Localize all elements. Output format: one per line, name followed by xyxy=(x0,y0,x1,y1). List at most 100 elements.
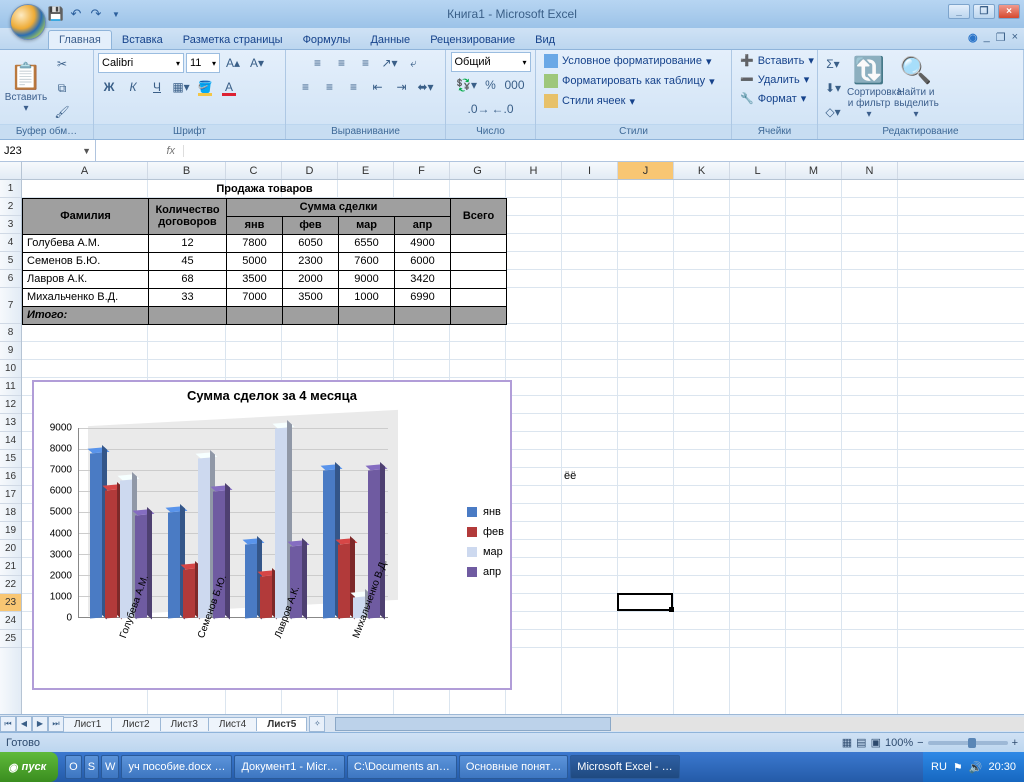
row-header[interactable]: 2 xyxy=(0,198,21,216)
row-header[interactable]: 23 xyxy=(0,594,21,612)
tab-home[interactable]: Главная xyxy=(48,30,112,49)
cell-styles-button[interactable]: Стили ячеек ▾ xyxy=(540,92,639,110)
row-header[interactable]: 11 xyxy=(0,378,21,396)
currency-icon[interactable]: 💱▾ xyxy=(456,74,478,96)
taskbar-app-button[interactable]: Основные понят… xyxy=(459,755,568,779)
view-pagebreak-icon[interactable]: ▣ xyxy=(871,736,881,749)
grow-font-icon[interactable]: A▴ xyxy=(222,52,244,74)
paste-button[interactable]: 📋Вставить ▾ xyxy=(4,62,48,115)
row-header[interactable]: 3 xyxy=(0,216,21,234)
row-header[interactable]: 16 xyxy=(0,468,21,486)
align-right-icon[interactable]: ≡ xyxy=(343,76,365,98)
mdi-minimize-icon[interactable]: _ xyxy=(984,31,990,44)
row-header[interactable]: 20 xyxy=(0,540,21,558)
column-header[interactable]: F xyxy=(394,162,450,179)
row-header[interactable]: 13 xyxy=(0,414,21,432)
column-header[interactable]: J xyxy=(618,162,674,179)
tab-pagelayout[interactable]: Разметка страницы xyxy=(173,31,293,49)
row-header[interactable]: 25 xyxy=(0,630,21,648)
column-header[interactable]: E xyxy=(338,162,394,179)
column-header[interactable]: I xyxy=(562,162,618,179)
row-header[interactable]: 17 xyxy=(0,486,21,504)
sheet-tab[interactable]: Лист2 xyxy=(111,717,160,731)
select-all-corner[interactable] xyxy=(0,162,22,179)
column-header[interactable]: K xyxy=(674,162,730,179)
bold-icon[interactable]: Ж xyxy=(98,76,120,98)
taskbar-app-button[interactable]: Документ1 - Micr… xyxy=(234,755,344,779)
tray-icon[interactable]: 🔊 xyxy=(969,761,983,774)
align-middle-icon[interactable]: ≡ xyxy=(331,52,353,74)
align-top-icon[interactable]: ≡ xyxy=(307,52,329,74)
fx-icon[interactable]: fx xyxy=(166,145,175,157)
row-header[interactable]: 4 xyxy=(0,234,21,252)
quick-launch-opera-icon[interactable]: O xyxy=(65,755,82,779)
horizontal-scrollbar[interactable] xyxy=(335,717,1024,731)
percent-icon[interactable]: % xyxy=(480,74,502,96)
row-header[interactable]: 1 xyxy=(0,180,21,198)
restore-button[interactable]: ❐ xyxy=(973,4,995,19)
quick-launch-skype-icon[interactable]: S xyxy=(84,755,99,779)
autosum-icon[interactable]: Σ▾ xyxy=(822,53,844,75)
cut-icon[interactable]: ✂ xyxy=(51,53,73,75)
font-name-combo[interactable]: Calibri▾ xyxy=(98,53,184,73)
zoom-in-icon[interactable]: + xyxy=(1012,737,1018,749)
row-header[interactable]: 18 xyxy=(0,504,21,522)
row-header[interactable]: 6 xyxy=(0,270,21,288)
office-button[interactable] xyxy=(10,4,46,40)
italic-icon[interactable]: К xyxy=(122,76,144,98)
zoom-level[interactable]: 100% xyxy=(885,737,913,749)
column-header[interactable]: A xyxy=(22,162,148,179)
undo-icon[interactable]: ↶ xyxy=(68,6,84,22)
new-sheet-icon[interactable]: ✧ xyxy=(309,716,325,732)
data-table[interactable]: Продажа товаровФамилияКоличество договор… xyxy=(22,180,507,325)
orientation-icon[interactable]: ↗▾ xyxy=(379,52,401,74)
taskbar-app-button[interactable]: C:\Documents an… xyxy=(347,755,457,779)
number-format-combo[interactable]: Общий▾ xyxy=(451,52,531,72)
column-header[interactable]: B xyxy=(148,162,226,179)
clear-icon[interactable]: ◇▾ xyxy=(822,101,844,123)
find-select-button[interactable]: 🔍Найти и выделить ▾ xyxy=(894,56,938,120)
format-painter-icon[interactable]: 🖌 xyxy=(51,101,73,123)
tab-insert[interactable]: Вставка xyxy=(112,31,173,49)
row-header[interactable]: 21 xyxy=(0,558,21,576)
sheet-tab[interactable]: Лист3 xyxy=(160,717,209,731)
taskbar-app-button[interactable]: уч пособие.docx … xyxy=(121,755,232,779)
tab-review[interactable]: Рецензирование xyxy=(420,31,525,49)
align-center-icon[interactable]: ≡ xyxy=(319,76,341,98)
sheet-nav-next-icon[interactable]: ▶ xyxy=(32,716,48,732)
sheet-tab[interactable]: Лист4 xyxy=(208,717,257,731)
view-layout-icon[interactable]: ▤ xyxy=(856,736,866,749)
column-header[interactable]: M xyxy=(786,162,842,179)
increase-indent-icon[interactable]: ⇥ xyxy=(391,76,413,98)
merge-center-icon[interactable]: ⬌▾ xyxy=(415,76,437,98)
fill-color-icon[interactable]: 🪣 xyxy=(194,76,216,98)
qat-dropdown-icon[interactable]: ▼ xyxy=(108,6,124,22)
decrease-decimal-icon[interactable]: ←.0 xyxy=(492,98,514,120)
start-button[interactable]: ◉ пуск xyxy=(0,752,58,782)
clock[interactable]: 20:30 xyxy=(988,761,1016,773)
row-header[interactable]: 8 xyxy=(0,324,21,342)
sheet-tab[interactable]: Лист5 xyxy=(256,717,307,731)
row-header[interactable]: 9 xyxy=(0,342,21,360)
column-header[interactable]: D xyxy=(282,162,338,179)
fill-icon[interactable]: ⬇▾ xyxy=(822,77,844,99)
font-size-combo[interactable]: 11▾ xyxy=(186,53,220,73)
conditional-formatting-button[interactable]: Условное форматирование ▾ xyxy=(540,52,715,70)
quick-launch-word-icon[interactable]: W xyxy=(101,755,119,779)
borders-icon[interactable]: ▦▾ xyxy=(170,76,192,98)
close-button[interactable]: × xyxy=(998,4,1020,19)
tab-formulas[interactable]: Формулы xyxy=(293,31,361,49)
column-header[interactable]: C xyxy=(226,162,282,179)
sheet-nav-prev-icon[interactable]: ◀ xyxy=(16,716,32,732)
tray-icon[interactable]: ⚑ xyxy=(953,761,963,774)
row-header[interactable]: 5 xyxy=(0,252,21,270)
mdi-restore-icon[interactable]: ❐ xyxy=(996,31,1006,44)
zoom-slider[interactable] xyxy=(928,741,1008,745)
taskbar-app-button[interactable]: Microsoft Excel - … xyxy=(570,755,679,779)
sheet-nav-first-icon[interactable]: ⏮ xyxy=(0,716,16,732)
tab-view[interactable]: Вид xyxy=(525,31,565,49)
row-header[interactable]: 12 xyxy=(0,396,21,414)
row-header[interactable]: 14 xyxy=(0,432,21,450)
column-header[interactable]: H xyxy=(506,162,562,179)
column-header[interactable]: N xyxy=(842,162,898,179)
